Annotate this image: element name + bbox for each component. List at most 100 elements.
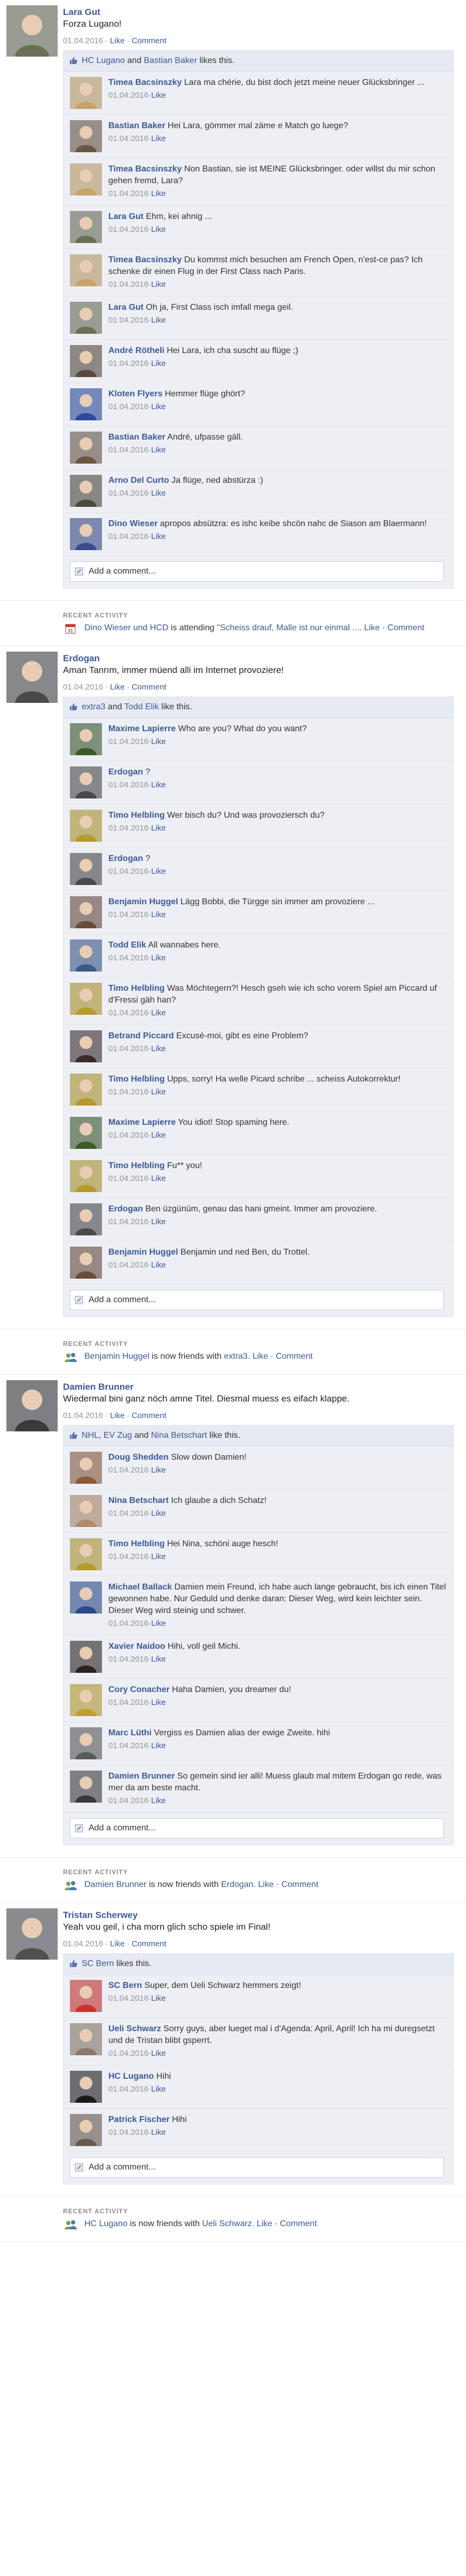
- comment-author-link[interactable]: Kloten Flyers: [108, 389, 162, 398]
- comment-author-link[interactable]: Bastian Baker: [108, 433, 165, 442]
- post-comment-link[interactable]: Comment: [132, 683, 167, 692]
- comment-author-link[interactable]: Erdogan: [108, 768, 143, 777]
- activity-subject-link[interactable]: Dino Wieser und HCD: [84, 623, 168, 632]
- comment-author-link[interactable]: Bastian Baker: [108, 121, 165, 130]
- activity-object-link[interactable]: extra3.: [224, 1352, 250, 1361]
- comment-author-link[interactable]: Maxime Lapierre: [108, 724, 176, 733]
- comment-like-link[interactable]: Like: [151, 737, 166, 746]
- post-author-avatar[interactable]: [6, 652, 58, 703]
- post-like-link[interactable]: Like: [110, 36, 125, 45]
- comment-author-avatar[interactable]: [70, 1641, 102, 1673]
- comment-author-link[interactable]: Doug Shedden: [108, 1453, 169, 1462]
- comment-author-avatar[interactable]: [70, 1771, 102, 1803]
- add-comment-input[interactable]: Add a comment...: [70, 1290, 444, 1310]
- comment-author-avatar[interactable]: [70, 432, 102, 464]
- comment-author-avatar[interactable]: [70, 163, 102, 195]
- comment-author-link[interactable]: Erdogan: [108, 854, 143, 863]
- comment-author-link[interactable]: Lara Gut: [108, 303, 144, 312]
- post-comment-link[interactable]: Comment: [132, 36, 167, 45]
- comment-author-avatar[interactable]: [70, 810, 102, 842]
- comment-like-link[interactable]: Like: [151, 532, 166, 541]
- comment-like-link[interactable]: Like: [151, 134, 166, 143]
- comment-author-avatar[interactable]: [70, 1581, 102, 1614]
- post-like-link[interactable]: Like: [110, 1939, 125, 1948]
- comment-author-link[interactable]: Xavier Naidoo: [108, 1642, 165, 1651]
- comment-author-avatar[interactable]: [70, 723, 102, 755]
- comment-like-link[interactable]: Like: [151, 910, 166, 919]
- add-comment-input[interactable]: Add a comment...: [70, 561, 444, 582]
- comment-author-avatar[interactable]: [70, 254, 102, 286]
- activity-like-link[interactable]: Like: [257, 2219, 272, 2228]
- comment-like-link[interactable]: Like: [151, 1741, 166, 1750]
- comment-like-link[interactable]: Like: [151, 953, 166, 962]
- comment-author-avatar[interactable]: [70, 1727, 102, 1759]
- comment-author-link[interactable]: Nina Betschart: [108, 1496, 169, 1505]
- comment-like-link[interactable]: Like: [151, 824, 166, 833]
- activity-object-link[interactable]: Ueli Schwarz.: [202, 2219, 255, 2228]
- comment-author-link[interactable]: Betrand Piccard: [108, 1031, 174, 1040]
- comment-author-link[interactable]: Timo Helbling: [108, 984, 164, 993]
- liker-link[interactable]: HC Lugano: [82, 56, 125, 65]
- liker-link[interactable]: NHL: [82, 1431, 99, 1440]
- comment-author-link[interactable]: SC Bern: [108, 1981, 142, 1990]
- post-author-link[interactable]: Lara Gut: [63, 6, 459, 18]
- add-comment-input[interactable]: Add a comment...: [70, 1818, 444, 1838]
- comment-like-link[interactable]: Like: [151, 1619, 166, 1628]
- comment-like-link[interactable]: Like: [151, 1466, 166, 1475]
- comment-author-link[interactable]: Cory Conacher: [108, 1685, 170, 1694]
- comment-author-avatar[interactable]: [70, 1160, 102, 1192]
- comment-author-avatar[interactable]: [70, 853, 102, 885]
- comment-author-link[interactable]: Damien Brunner: [108, 1772, 175, 1781]
- comment-author-avatar[interactable]: [70, 518, 102, 550]
- comment-author-link[interactable]: Timo Helbling: [108, 1539, 164, 1548]
- post-author-avatar[interactable]: [6, 1908, 58, 1960]
- post-author-avatar[interactable]: [6, 1380, 58, 1431]
- activity-like-link[interactable]: Like: [258, 1880, 274, 1889]
- comment-like-link[interactable]: Like: [151, 1008, 166, 1017]
- comment-like-link[interactable]: Like: [151, 867, 166, 876]
- comment-author-link[interactable]: Patrick Fischer: [108, 2115, 170, 2124]
- activity-like-link[interactable]: Like: [252, 1352, 268, 1361]
- activity-subject-link[interactable]: Damien Brunner: [84, 1880, 147, 1889]
- comment-like-link[interactable]: Like: [151, 1552, 166, 1561]
- comment-author-link[interactable]: Lara Gut: [108, 212, 144, 221]
- comment-author-link[interactable]: Timo Helbling: [108, 1161, 164, 1170]
- post-author-link[interactable]: Erdogan: [63, 653, 459, 664]
- comment-author-link[interactable]: HC Lugano: [108, 2072, 154, 2081]
- comment-author-avatar[interactable]: [70, 983, 102, 1015]
- comment-author-avatar[interactable]: [70, 896, 102, 928]
- comment-author-link[interactable]: Todd Elik: [108, 941, 146, 950]
- comment-author-link[interactable]: Benjamin Huggel: [108, 1248, 178, 1257]
- comment-like-link[interactable]: Like: [151, 1796, 166, 1805]
- liker-link[interactable]: Bastian Baker: [144, 56, 198, 65]
- comment-like-link[interactable]: Like: [151, 489, 166, 498]
- activity-object-link[interactable]: Erdogan.: [221, 1880, 256, 1889]
- comment-author-link[interactable]: Marc Lüthi: [108, 1728, 152, 1737]
- post-like-link[interactable]: Like: [110, 1411, 125, 1420]
- comment-author-avatar[interactable]: [70, 1074, 102, 1106]
- comment-like-link[interactable]: Like: [151, 1260, 166, 1270]
- comment-author-avatar[interactable]: [70, 302, 102, 334]
- comment-author-link[interactable]: André Rötheli: [108, 346, 164, 355]
- comment-author-avatar[interactable]: [70, 1247, 102, 1279]
- comment-author-link[interactable]: Ueli Schwarz: [108, 2024, 161, 2033]
- comment-like-link[interactable]: Like: [151, 1087, 166, 1097]
- post-author-link[interactable]: Damien Brunner: [63, 1381, 459, 1393]
- activity-comment-link[interactable]: Comment: [275, 1352, 312, 1361]
- comment-author-avatar[interactable]: [70, 345, 102, 377]
- comment-author-link[interactable]: Timo Helbling: [108, 811, 164, 820]
- post-comment-link[interactable]: Comment: [132, 1939, 167, 1948]
- comment-author-avatar[interactable]: [70, 1538, 102, 1570]
- comment-author-avatar[interactable]: [70, 766, 102, 798]
- comment-author-avatar[interactable]: [70, 2071, 102, 2103]
- comment-author-avatar[interactable]: [70, 1030, 102, 1062]
- comment-author-avatar[interactable]: [70, 1980, 102, 2012]
- comment-author-avatar[interactable]: [70, 939, 102, 972]
- post-like-link[interactable]: Like: [110, 683, 125, 692]
- comment-author-avatar[interactable]: [70, 120, 102, 152]
- comment-author-avatar[interactable]: [70, 388, 102, 420]
- comment-author-link[interactable]: Arno Del Curto: [108, 476, 169, 485]
- comment-like-link[interactable]: Like: [151, 1044, 166, 1053]
- comment-author-avatar[interactable]: [70, 2023, 102, 2055]
- activity-subject-link[interactable]: Benjamin Huggel: [84, 1352, 149, 1361]
